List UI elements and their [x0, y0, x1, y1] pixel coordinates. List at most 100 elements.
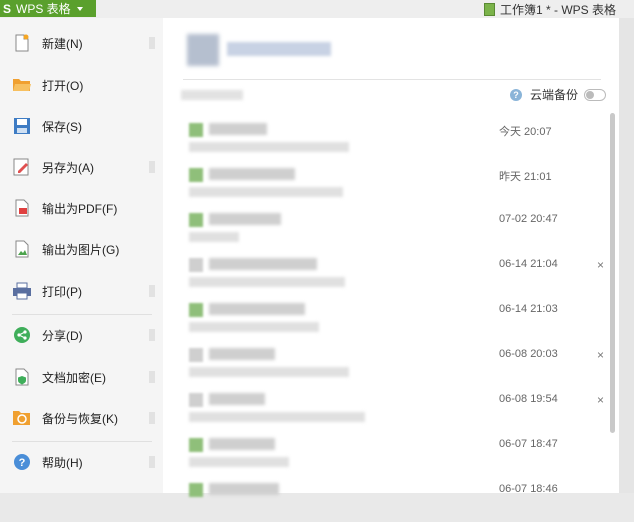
svg-text:?: ?	[19, 457, 26, 469]
menu-item-label: 打印(P)	[42, 284, 82, 299]
recent-panel: ? 云端备份 今天 20:07 昨天 21:01 07-02 20:47 06-…	[163, 18, 619, 497]
menu-divider	[12, 314, 152, 315]
menu-item-label: 另存为(A)	[42, 160, 94, 175]
remove-file-icon[interactable]: ×	[597, 393, 604, 407]
file-name-redacted	[209, 438, 275, 450]
menu-item-label: 文档加密(E)	[42, 370, 106, 385]
menu-item-label: 打开(O)	[42, 78, 84, 93]
spreadsheet-background	[619, 18, 634, 493]
file-name-redacted	[209, 168, 295, 180]
remove-file-icon[interactable]: ×	[597, 348, 604, 362]
menu-item-label: 新建(N)	[42, 36, 83, 51]
submenu-arrow[interactable]	[149, 329, 155, 341]
menu-item-label: 分享(D)	[42, 328, 83, 343]
menu-item-share[interactable]: 分享(D)	[0, 316, 163, 354]
spreadsheet-icon	[189, 303, 203, 317]
spreadsheet-icon	[189, 213, 203, 227]
file-time: 06-07 18:46	[499, 483, 558, 495]
file-path-redacted	[189, 367, 349, 377]
submenu-arrow[interactable]	[149, 37, 155, 49]
user-name-redacted	[227, 42, 331, 56]
file-name-redacted	[209, 393, 265, 405]
spreadsheet-icon	[483, 3, 495, 16]
cloud-backup-label: 云端备份	[530, 88, 579, 102]
menu-item-open[interactable]: 打开(O)	[0, 66, 163, 104]
file-time: 06-08 20:03	[499, 348, 558, 360]
menu-item-save-as[interactable]: 另存为(A)	[0, 148, 163, 186]
menu-item-new[interactable]: 新建(N)	[0, 24, 163, 62]
recent-file[interactable]: 昨天 21:01	[183, 163, 601, 207]
file-name-redacted	[209, 303, 305, 315]
file-path-redacted	[189, 142, 349, 152]
file-name-redacted	[209, 483, 279, 495]
image-export-icon	[12, 239, 32, 259]
menu-item-help[interactable]: ? 帮助(H)	[0, 443, 163, 481]
menu-item-print[interactable]: 打印(P)	[0, 272, 163, 310]
menu-item-save[interactable]: 保存(S)	[0, 107, 163, 145]
spreadsheet-icon	[189, 348, 203, 362]
file-path-redacted	[189, 187, 343, 197]
scrollbar[interactable]	[610, 113, 615, 433]
recent-file[interactable]: 07-02 20:47	[183, 208, 601, 252]
recent-file[interactable]: 06-08 19:54 ×	[183, 388, 604, 432]
folder-open-icon	[12, 75, 32, 95]
recent-file[interactable]: 06-14 21:03	[183, 298, 601, 342]
file-time: 今天 20:07	[499, 126, 552, 138]
file-name-redacted	[209, 258, 317, 270]
file-path-redacted	[189, 277, 345, 287]
help-icon: ?	[12, 452, 32, 472]
file-time: 07-02 20:47	[499, 213, 558, 225]
new-doc-icon	[12, 33, 32, 53]
title-bar: S WPS 表格 工作簿1 * - WPS 表格	[0, 0, 634, 19]
panel-divider	[183, 79, 601, 80]
spreadsheet-icon	[189, 483, 203, 497]
avatar[interactable]	[187, 34, 219, 66]
app-name: WPS 表格	[16, 2, 71, 16]
file-path-redacted	[189, 232, 239, 242]
submenu-arrow[interactable]	[149, 412, 155, 424]
spreadsheet-icon	[189, 258, 203, 272]
file-time: 06-08 19:54	[499, 393, 558, 405]
file-path-redacted	[189, 457, 289, 467]
cloud-backup-toggle[interactable]	[584, 88, 607, 101]
file-name-redacted	[209, 213, 281, 225]
recent-file[interactable]: 06-07 18:46	[183, 478, 601, 522]
menu-item-encrypt[interactable]: 文档加密(E)	[0, 358, 163, 396]
menu-item-label: 保存(S)	[42, 119, 82, 134]
cloud-backup: ? 云端备份	[510, 86, 607, 103]
submenu-arrow[interactable]	[149, 456, 155, 468]
menu-item-backup[interactable]: 备份与恢复(K)	[0, 399, 163, 437]
menu-item-label: 输出为PDF(F)	[42, 201, 118, 216]
file-menu: 新建(N) 打开(O) 保存(S) 另存为(A) 输出为PDF(F) 输出为图片…	[0, 18, 163, 493]
wps-menu-button[interactable]: S WPS 表格	[0, 0, 96, 17]
file-path-redacted	[189, 322, 319, 332]
menu-item-label: 备份与恢复(K)	[42, 411, 118, 426]
recent-file[interactable]: 06-08 20:03 ×	[183, 343, 604, 387]
recent-file[interactable]: 06-07 18:47	[183, 433, 601, 477]
question-icon[interactable]: ?	[510, 88, 522, 101]
file-name-redacted	[209, 123, 267, 135]
file-name-redacted	[209, 348, 275, 360]
submenu-arrow[interactable]	[149, 371, 155, 383]
recent-header-redacted	[181, 90, 243, 100]
save-icon	[12, 116, 32, 136]
remove-file-icon[interactable]: ×	[597, 258, 604, 272]
share-icon	[12, 325, 32, 345]
pdf-icon	[12, 198, 32, 218]
menu-item-export-pdf[interactable]: 输出为PDF(F)	[0, 189, 163, 227]
recent-file[interactable]: 06-14 21:04 ×	[183, 253, 604, 297]
submenu-arrow[interactable]	[149, 161, 155, 173]
menu-divider	[12, 441, 152, 442]
spreadsheet-icon	[189, 393, 203, 407]
submenu-arrow[interactable]	[149, 285, 155, 297]
file-path-redacted	[189, 412, 365, 422]
file-time: 06-14 21:04	[499, 258, 558, 270]
recent-file[interactable]: 今天 20:07	[183, 118, 601, 162]
menu-item-export-image[interactable]: 输出为图片(G)	[0, 230, 163, 268]
document-title: 工作簿1 * - WPS 表格	[483, 1, 616, 18]
encrypt-icon	[12, 367, 32, 387]
file-time: 06-07 18:47	[499, 438, 558, 450]
menu-item-label: 输出为图片(G)	[42, 242, 120, 257]
spreadsheet-icon	[189, 438, 203, 452]
spreadsheet-icon	[189, 168, 203, 182]
